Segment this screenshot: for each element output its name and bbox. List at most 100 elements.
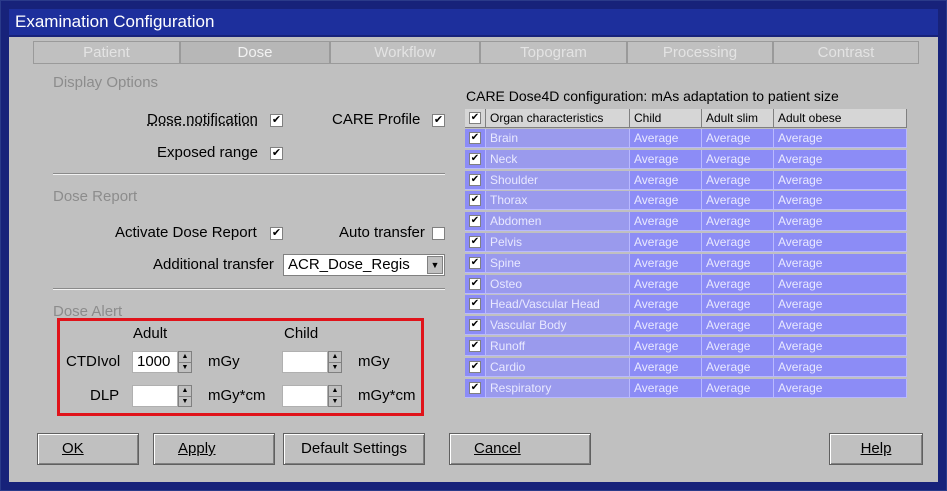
care-profile-checkbox[interactable]: ✔ — [432, 114, 445, 127]
table-cell-obese[interactable]: Average — [774, 233, 907, 252]
table-cell-child[interactable]: Average — [630, 274, 702, 294]
table-cell-organ[interactable]: Shoulder — [486, 170, 630, 190]
table-cell-organ[interactable]: Brain — [486, 129, 630, 148]
ctdivol-adult-input[interactable]: 1000 — [132, 351, 178, 373]
table-cell-slim[interactable]: Average — [702, 357, 774, 377]
table-cell-slim[interactable]: Average — [702, 316, 774, 336]
table-cell-slim[interactable]: Average — [702, 274, 774, 294]
additional-transfer-select[interactable]: ACR_Dose_Regis ▼ — [283, 254, 445, 276]
down-arrow-icon[interactable]: ▼ — [179, 396, 191, 407]
table-cell-slim[interactable]: Average — [702, 191, 774, 211]
table-row[interactable]: ✔ Head/Vascular Head Average Average Average — [465, 295, 907, 315]
table-cell-child[interactable]: Average — [630, 316, 702, 336]
table-cell-child[interactable]: Average — [630, 357, 702, 377]
table-cell-slim[interactable]: Average — [702, 253, 774, 273]
dlp-adult-input[interactable] — [132, 385, 178, 407]
table-cell-slim[interactable]: Average — [702, 378, 774, 398]
table-cell-obese[interactable]: Average — [774, 129, 907, 148]
select-all-checkbox[interactable]: ✔ — [469, 112, 481, 124]
table-cell-obese[interactable]: Average — [774, 295, 907, 315]
column-header-child[interactable]: Child — [630, 109, 702, 128]
table-cell-obese[interactable]: Average — [774, 170, 907, 190]
table-row[interactable]: ✔ Vascular Body Average Average Average — [465, 316, 907, 336]
up-arrow-icon[interactable]: ▲ — [329, 352, 341, 362]
auto-transfer-checkbox[interactable] — [432, 227, 445, 240]
table-cell-child[interactable]: Average — [630, 129, 702, 148]
table-cell-organ[interactable]: Spine — [486, 253, 630, 273]
down-arrow-icon[interactable]: ▼ — [329, 396, 341, 407]
ok-button[interactable]: OK — [37, 433, 139, 465]
table-row[interactable]: ✔ Spine Average Average Average — [465, 253, 907, 274]
table-cell-slim[interactable]: Average — [702, 170, 774, 190]
table-cell-obese[interactable]: Average — [774, 337, 907, 356]
table-row[interactable]: ✔ Pelvis Average Average Average — [465, 233, 907, 253]
table-cell-slim[interactable]: Average — [702, 149, 774, 169]
row-checkbox[interactable]: ✔ — [469, 381, 481, 394]
tab-workflow[interactable]: Workflow — [330, 41, 480, 63]
table-cell-child[interactable]: Average — [630, 149, 702, 169]
table-cell-obese[interactable]: Average — [774, 274, 907, 294]
table-cell-slim[interactable]: Average — [702, 212, 774, 232]
dlp-child-input[interactable] — [282, 385, 328, 407]
table-row[interactable]: ✔ Thorax Average Average Average — [465, 191, 907, 211]
row-checkbox[interactable]: ✔ — [469, 173, 481, 186]
table-cell-organ[interactable]: Vascular Body — [486, 316, 630, 336]
chevron-down-icon[interactable]: ▼ — [427, 256, 443, 274]
row-checkbox[interactable]: ✔ — [469, 152, 481, 165]
table-cell-slim[interactable]: Average — [702, 295, 774, 315]
table-row[interactable]: ✔ Runoff Average Average Average — [465, 337, 907, 357]
table-row[interactable]: ✔ Neck Average Average Average — [465, 149, 907, 170]
column-header-organ[interactable]: Organ characteristics — [486, 109, 630, 128]
row-checkbox[interactable]: ✔ — [469, 277, 481, 290]
down-arrow-icon[interactable]: ▼ — [179, 362, 191, 373]
row-checkbox[interactable]: ✔ — [469, 236, 481, 248]
table-cell-obese[interactable]: Average — [774, 357, 907, 377]
down-arrow-icon[interactable]: ▼ — [329, 362, 341, 373]
tab-contrast[interactable]: Contrast — [773, 41, 919, 63]
row-checkbox[interactable]: ✔ — [469, 256, 481, 269]
table-cell-organ[interactable]: Runoff — [486, 337, 630, 356]
table-row[interactable]: ✔ Brain Average Average Average — [465, 129, 907, 149]
table-row[interactable]: ✔ Osteo Average Average Average — [465, 274, 907, 295]
table-cell-child[interactable]: Average — [630, 378, 702, 398]
cancel-button[interactable]: Cancel — [449, 433, 591, 465]
table-cell-organ[interactable]: Thorax — [486, 191, 630, 211]
row-checkbox[interactable]: ✔ — [469, 319, 481, 332]
exposed-range-checkbox[interactable]: ✔ — [270, 147, 283, 160]
table-cell-child[interactable]: Average — [630, 212, 702, 232]
up-arrow-icon[interactable]: ▲ — [329, 386, 341, 396]
table-cell-slim[interactable]: Average — [702, 233, 774, 252]
table-cell-organ[interactable]: Pelvis — [486, 233, 630, 252]
table-cell-child[interactable]: Average — [630, 295, 702, 315]
column-header-adult-slim[interactable]: Adult slim — [702, 109, 774, 128]
dlp-adult-stepper[interactable]: ▲ ▼ — [178, 385, 192, 407]
table-cell-organ[interactable]: Head/Vascular Head — [486, 295, 630, 315]
row-checkbox[interactable]: ✔ — [469, 298, 481, 311]
dose-notification-checkbox[interactable]: ✔ — [270, 114, 283, 127]
row-checkbox[interactable]: ✔ — [469, 194, 481, 207]
table-cell-obese[interactable]: Average — [774, 212, 907, 232]
table-cell-child[interactable]: Average — [630, 253, 702, 273]
table-row[interactable]: ✔ Abdomen Average Average Average — [465, 212, 907, 232]
tab-processing[interactable]: Processing — [627, 41, 773, 63]
row-checkbox[interactable]: ✔ — [469, 132, 481, 144]
table-cell-organ[interactable]: Respiratory — [486, 378, 630, 398]
table-cell-obese[interactable]: Average — [774, 191, 907, 211]
table-cell-obese[interactable]: Average — [774, 149, 907, 169]
tab-patient[interactable]: Patient — [33, 41, 180, 63]
row-checkbox[interactable]: ✔ — [469, 340, 481, 352]
row-checkbox[interactable]: ✔ — [469, 215, 481, 228]
table-row[interactable]: ✔ Cardio Average Average Average — [465, 357, 907, 378]
row-checkbox[interactable]: ✔ — [469, 360, 481, 373]
up-arrow-icon[interactable]: ▲ — [179, 386, 191, 396]
table-row[interactable]: ✔ Respiratory Average Average Average — [465, 378, 907, 399]
table-cell-organ[interactable]: Cardio — [486, 357, 630, 377]
dlp-child-stepper[interactable]: ▲ ▼ — [328, 385, 342, 407]
table-cell-obese[interactable]: Average — [774, 253, 907, 273]
help-button[interactable]: Help — [829, 433, 923, 465]
tab-topogram[interactable]: Topogram — [480, 41, 627, 63]
ctdivol-child-stepper[interactable]: ▲ ▼ — [328, 351, 342, 373]
table-cell-child[interactable]: Average — [630, 233, 702, 252]
up-arrow-icon[interactable]: ▲ — [179, 352, 191, 362]
table-row[interactable]: ✔ Shoulder Average Average Average — [465, 170, 907, 191]
